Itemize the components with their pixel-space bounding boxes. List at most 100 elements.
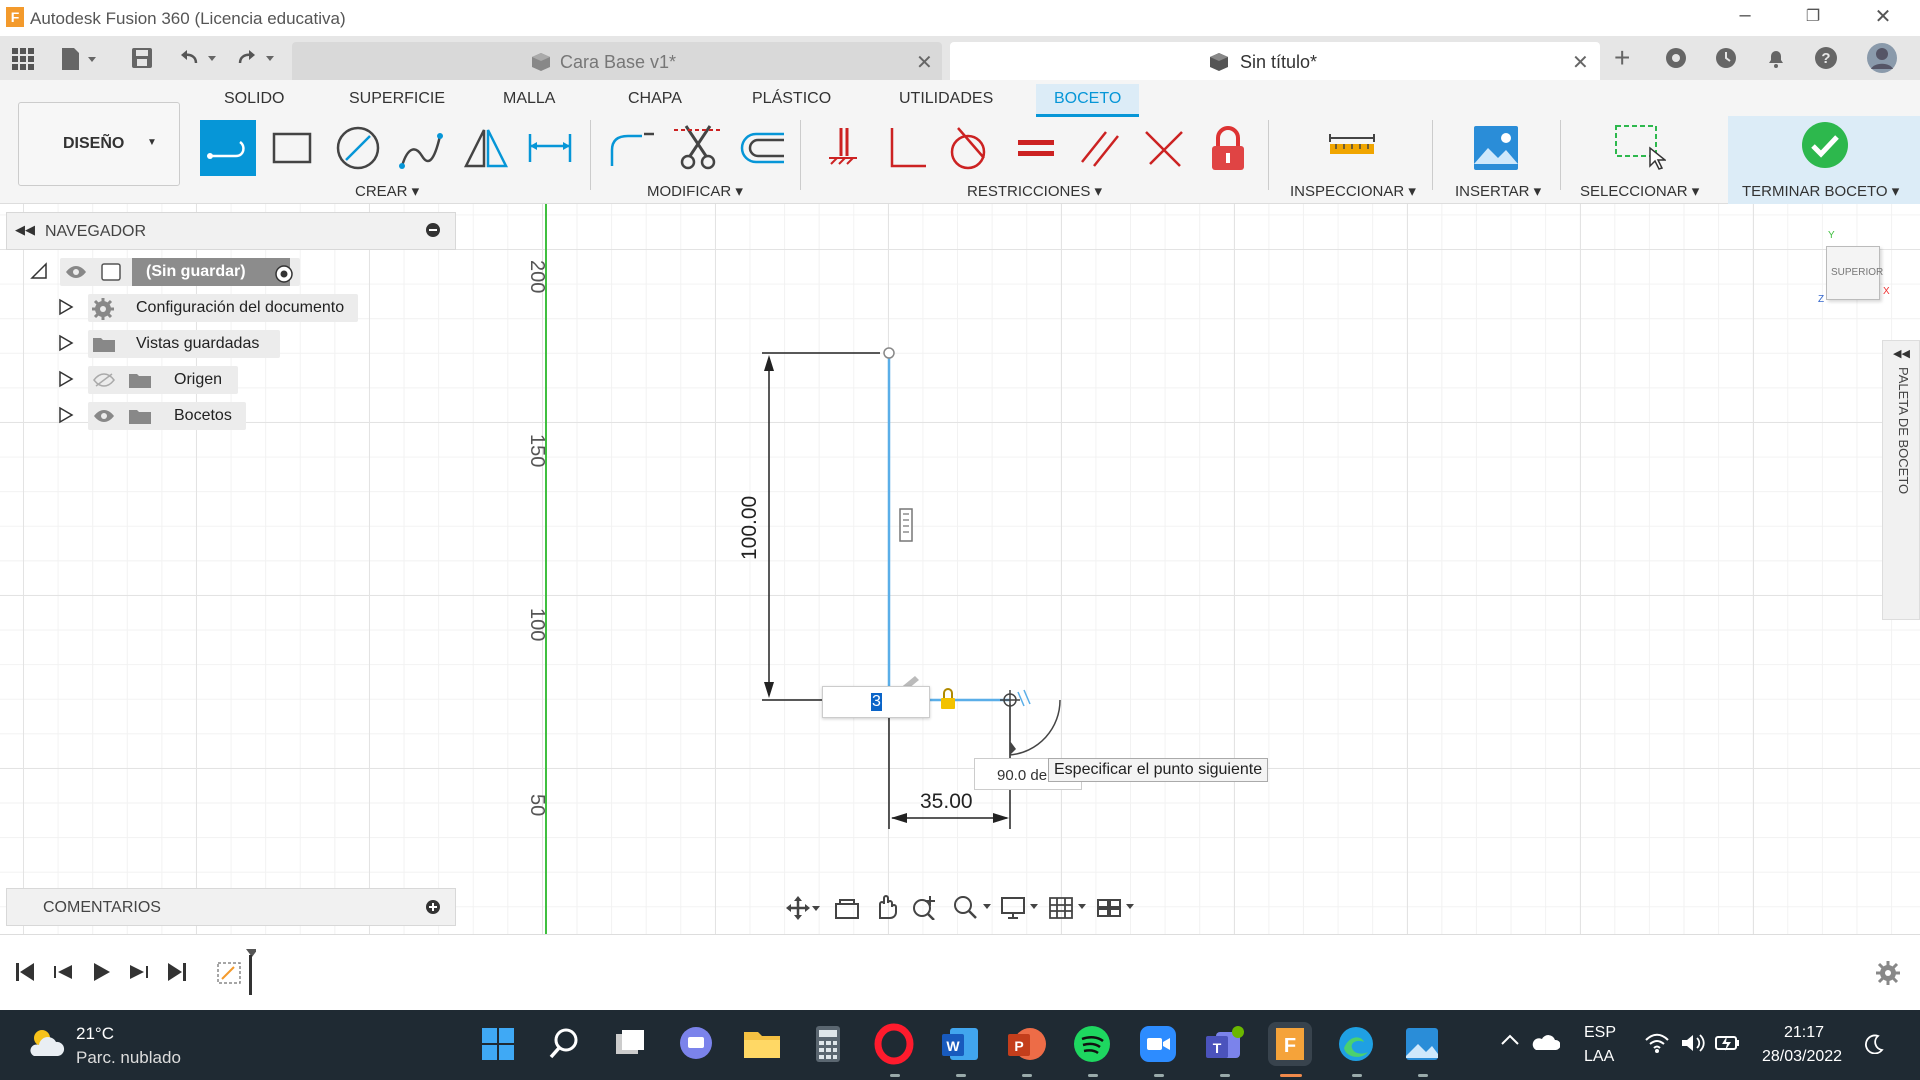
parallel-constraint-icon[interactable] [1072,120,1128,176]
line-tool-button[interactable] [200,120,256,176]
calculator-icon[interactable] [806,1022,850,1066]
group-crear[interactable]: CREAR ▾ [355,182,419,200]
design-canvas[interactable]: 200 150 100 50 100.00 35.00 3 90.0 de Es… [0,204,1920,934]
minus-circle-icon[interactable] [425,222,441,243]
tab-superficie[interactable]: SUPERFICIE [349,90,445,108]
view-cube[interactable]: SUPERIOR [1826,246,1883,300]
perpendicular-constraint-icon[interactable] [880,120,936,176]
measure-tool-icon[interactable] [1324,120,1380,176]
circle-tool-icon[interactable] [330,120,386,176]
language-indicator-2[interactable]: LAA [1584,1048,1614,1066]
lock-icon[interactable] [1200,120,1256,176]
plus-circle-icon[interactable] [425,899,441,920]
task-view-icon[interactable] [608,1022,652,1066]
teams-chat-icon[interactable] [674,1022,718,1066]
new-tab-icon[interactable]: + [1614,42,1630,74]
job-status-icon[interactable] [1714,46,1738,75]
tangent-constraint-icon[interactable] [940,120,996,176]
equal-constraint-icon[interactable] [1008,120,1064,176]
go-to-start-icon[interactable] [14,961,36,988]
offset-tool-icon[interactable] [734,120,790,176]
workspace-switcher[interactable]: DISEÑO ▼ [18,102,180,186]
trim-tool-icon[interactable] [670,120,726,176]
zoom-app-icon[interactable] [1136,1022,1180,1066]
edge-icon[interactable] [1334,1022,1378,1066]
search-icon[interactable] [542,1022,586,1066]
dimension-value-vertical[interactable]: 100.00 [738,496,762,560]
timeline-settings-icon[interactable] [1876,961,1900,990]
file-explorer-icon[interactable] [740,1022,784,1066]
close-tab-icon[interactable]: ✕ [1572,50,1589,75]
close-tab-icon[interactable]: ✕ [916,50,933,75]
volume-icon[interactable] [1680,1032,1706,1059]
eye-hidden-icon[interactable] [92,372,116,393]
help-icon[interactable]: ? [1814,46,1838,75]
dimension-tool-icon[interactable] [522,120,578,176]
tab-boceto[interactable]: BOCETO [1036,84,1140,117]
spline-tool-icon[interactable] [394,120,450,176]
minimize-button[interactable]: – [1720,4,1770,32]
tab-chapa[interactable]: CHAPA [628,90,682,108]
length-input[interactable]: 3 [822,686,930,718]
viewports-icon[interactable] [1096,896,1136,925]
tree-item-saved-views[interactable]: Vistas guardadas [88,330,280,358]
tab-plastico[interactable]: PLÁSTICO [752,90,831,108]
dimension-value-horizontal[interactable]: 35.00 [920,790,973,814]
sketch-feature-icon[interactable] [216,949,258,1000]
expand-triangle-icon[interactable] [58,298,74,321]
step-forward-icon[interactable] [128,961,150,988]
word-icon[interactable]: W [938,1022,982,1066]
teams-icon[interactable]: T [1202,1022,1246,1066]
eye-icon[interactable] [92,408,116,429]
extensions-icon[interactable] [1664,46,1688,75]
tree-item-document-settings[interactable]: Configuración del documento [88,294,358,322]
close-window-button[interactable]: ✕ [1858,4,1908,32]
battery-icon[interactable] [1714,1032,1742,1059]
orbit-icon[interactable] [786,896,820,925]
group-inspeccionar[interactable]: INSPECCIONAR ▾ [1290,182,1416,200]
coincident-constraint-icon[interactable] [1136,120,1192,176]
undo-icon[interactable] [178,46,222,70]
look-at-icon[interactable] [834,896,860,925]
file-menu-icon[interactable] [60,46,100,72]
powerpoint-icon[interactable]: P [1004,1022,1048,1066]
fillet-tool-icon[interactable] [604,120,660,176]
chevron-up-icon[interactable] [1500,1032,1520,1053]
collapse-panel-icon[interactable]: ◀◀ [15,222,35,238]
mirror-tool-icon[interactable] [458,120,514,176]
language-indicator-1[interactable]: ESP [1584,1024,1616,1042]
notifications-icon[interactable] [1764,46,1788,75]
grid-settings-icon[interactable] [1048,896,1088,925]
zoom-window-icon[interactable] [952,894,992,925]
window-select-icon[interactable] [1610,120,1668,176]
group-restricciones[interactable]: RESTRICCIONES ▾ [967,182,1102,200]
group-seleccionar[interactable]: SELECCIONAR ▾ [1580,182,1699,200]
clock-date[interactable]: 28/03/2022 [1762,1048,1842,1066]
tree-item-sketches[interactable]: Bocetos [88,402,246,430]
apps-grid-icon[interactable] [12,48,34,70]
pan-hand-icon[interactable] [874,894,898,925]
weather-icon[interactable] [28,1026,66,1065]
save-icon[interactable] [130,46,154,70]
insert-image-icon[interactable] [1468,120,1524,176]
restore-button[interactable]: ❐ [1788,6,1838,34]
step-back-icon[interactable] [52,961,74,988]
display-settings-icon[interactable] [1000,896,1040,925]
tree-root[interactable]: (Sin guardar) [60,258,300,286]
onedrive-icon[interactable] [1532,1034,1561,1057]
group-modificar[interactable]: MODIFICAR ▾ [647,182,743,200]
tree-root-toggle-icon[interactable] [30,262,48,285]
rectangle-tool-icon[interactable] [264,120,320,176]
play-icon[interactable] [90,961,112,988]
zoom-icon[interactable] [912,894,938,925]
clock-time[interactable]: 21:17 [1784,1024,1824,1042]
fusion360-taskbar-icon[interactable]: F [1268,1022,1312,1066]
spotify-icon[interactable] [1070,1022,1114,1066]
group-insertar[interactable]: INSERTAR ▾ [1455,182,1541,200]
redo-icon[interactable] [236,46,280,70]
tab-utilidades[interactable]: UTILIDADES [899,90,993,108]
expand-triangle-icon[interactable] [58,334,74,357]
sketch-palette-tab[interactable]: ◀◀ PALETA DE BOCETO [1882,340,1920,620]
start-button[interactable] [476,1022,520,1066]
tree-item-origin[interactable]: Origen [88,366,238,394]
